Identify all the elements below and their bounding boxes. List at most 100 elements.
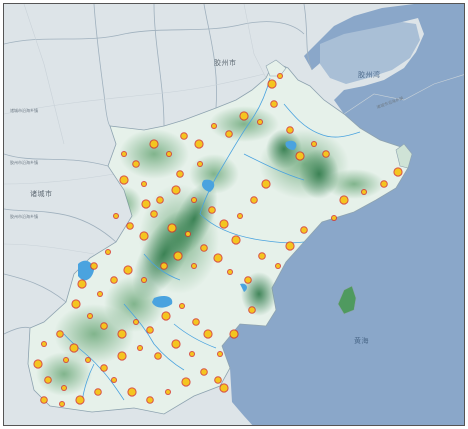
village-marker-core (101, 365, 107, 371)
village-marker-core (62, 386, 66, 390)
village-marker-core (138, 346, 142, 350)
village-marker-core (198, 162, 202, 166)
village-marker-core (133, 161, 139, 167)
village-marker-core (41, 397, 47, 403)
village-marker-core (118, 352, 126, 360)
village-marker-core (88, 314, 92, 318)
village-marker-core (60, 402, 64, 406)
village-marker-core (150, 140, 158, 148)
village-marker-core (34, 360, 42, 368)
village-marker-core (140, 232, 148, 240)
village-marker-core (134, 320, 138, 324)
village-marker-core (161, 263, 167, 269)
village-marker-core (251, 197, 257, 203)
village-marker-core (155, 353, 161, 359)
village-marker-core (142, 278, 146, 282)
village-marker-core (181, 133, 187, 139)
village-marker-core (212, 124, 216, 128)
village-marker-core (193, 319, 199, 325)
village-marker-core (301, 227, 307, 233)
village-marker-core (286, 242, 294, 250)
village-marker-core (124, 266, 132, 274)
village-marker-core (142, 182, 146, 186)
village-marker-core (76, 396, 84, 404)
label-bay: 胶州湾 (358, 71, 381, 79)
village-marker-core (180, 304, 184, 308)
village-marker-core (45, 377, 51, 383)
village-marker-core (114, 214, 118, 218)
label-city-west: 诸城市 (30, 190, 53, 198)
village-marker-core (172, 186, 180, 194)
village-marker-core (192, 264, 196, 268)
village-marker-core (78, 280, 86, 288)
village-marker-core (220, 384, 228, 392)
village-marker-core (201, 369, 207, 375)
village-marker-core (95, 389, 101, 395)
village-marker-core (142, 200, 150, 208)
village-marker-core (120, 176, 128, 184)
village-marker-core (201, 245, 207, 251)
label-road-2: 胶州市沿海乡镇 (10, 214, 38, 219)
label-sea: 黄海 (354, 337, 369, 345)
village-marker-core (296, 152, 304, 160)
village-marker-core (57, 331, 63, 337)
label-city-east: 胶州市 (214, 59, 237, 67)
village-marker-core (218, 352, 222, 356)
village-marker-core (182, 378, 190, 386)
village-marker-core (214, 254, 222, 262)
village-marker-core (232, 236, 240, 244)
village-marker-core (64, 358, 68, 362)
village-marker-core (112, 378, 116, 382)
village-marker-core (226, 131, 232, 137)
village-marker-core (177, 171, 183, 177)
village-marker-core (362, 190, 366, 194)
village-marker-core (190, 352, 194, 356)
village-marker-core (394, 168, 402, 176)
village-marker-core (204, 330, 212, 338)
village-marker-core (106, 250, 110, 254)
village-marker-core (230, 330, 238, 338)
village-marker-core (186, 232, 190, 236)
village-marker-core (215, 377, 221, 383)
village-marker-core (209, 207, 215, 213)
village-marker-core (228, 270, 232, 274)
village-marker-core (276, 264, 280, 268)
village-marker-core (245, 277, 251, 283)
village-marker-core (240, 112, 248, 120)
village-marker-core (332, 216, 336, 220)
village-marker-core (174, 252, 182, 260)
village-marker-core (262, 180, 270, 188)
label-road-3: 诸城市沿海乡镇 (10, 108, 38, 113)
village-marker-core (98, 292, 102, 296)
village-marker-core (147, 397, 153, 403)
village-marker-core (238, 214, 242, 218)
village-marker-core (157, 197, 163, 203)
village-marker-core (147, 327, 153, 333)
map-frame: 胶州市 诸城市 胶州湾 黄海 胶州市沿海乡镇 胶州市沿海乡镇 诸城市沿海乡镇 诸… (3, 3, 465, 426)
village-marker-core (128, 388, 136, 396)
village-marker-core (278, 74, 282, 78)
village-marker-core (122, 152, 126, 156)
village-marker-core (249, 307, 255, 313)
label-road-1: 胶州市沿海乡镇 (10, 160, 38, 165)
village-marker-core (287, 127, 293, 133)
village-marker-core (195, 140, 203, 148)
village-marker-core (162, 312, 170, 320)
village-marker-core (258, 120, 262, 124)
village-marker-core (118, 330, 126, 338)
village-marker-core (220, 220, 228, 228)
village-marker-core (312, 142, 316, 146)
village-marker-core (151, 211, 157, 217)
village-marker-core (70, 344, 78, 352)
village-marker-core (381, 181, 387, 187)
village-marker-core (42, 342, 46, 346)
village-marker-core (323, 151, 329, 157)
village-marker-core (271, 101, 277, 107)
village-marker-core (172, 340, 180, 348)
village-marker-core (340, 196, 348, 204)
village-marker-core (91, 263, 97, 269)
village-marker-core (166, 390, 170, 394)
village-marker-core (86, 358, 90, 362)
village-marker-core (168, 224, 176, 232)
village-marker-core (101, 323, 107, 329)
